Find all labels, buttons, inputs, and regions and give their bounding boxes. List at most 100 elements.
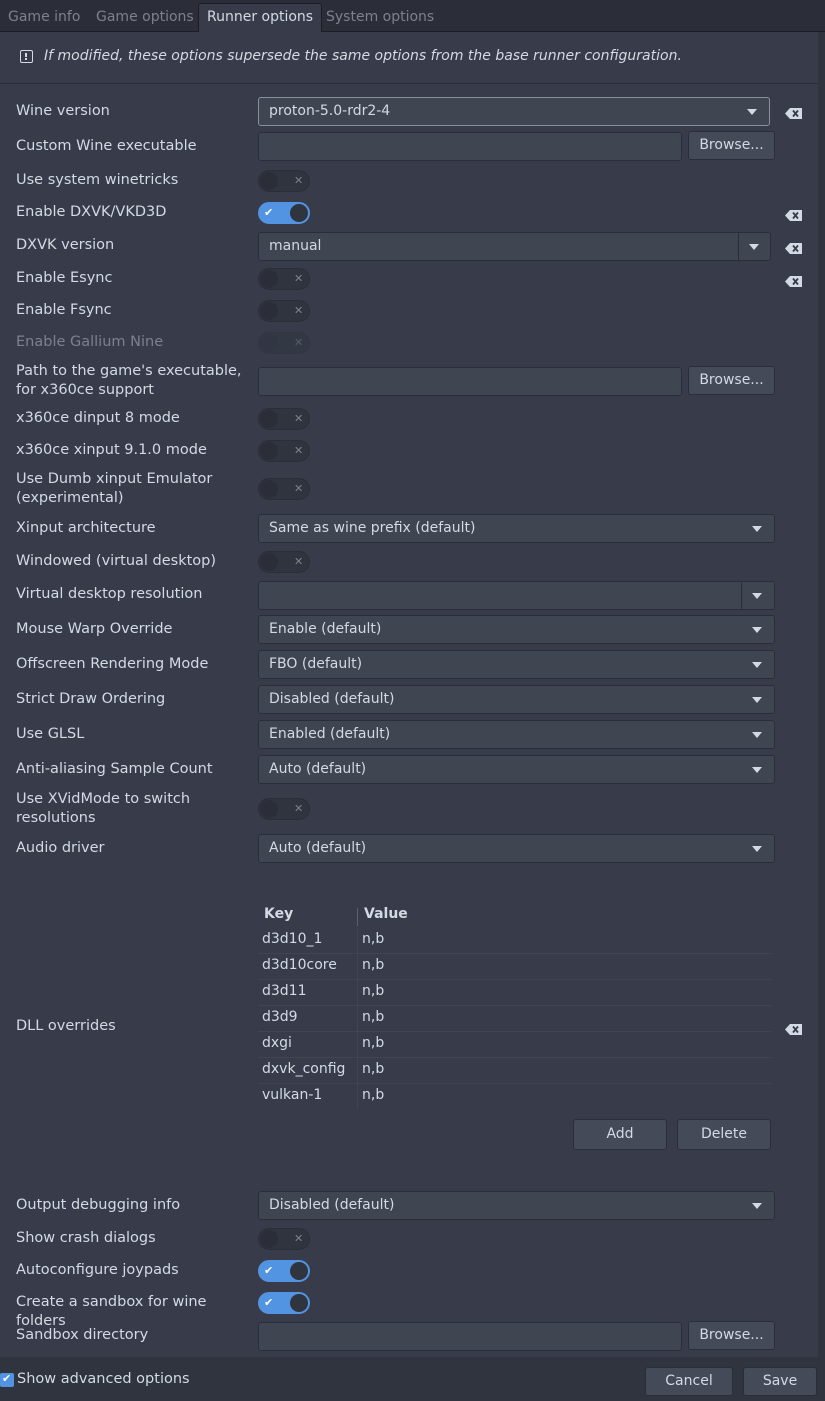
x360ce-xinput-label: x360ce xinput 9.1.0 mode <box>16 442 207 458</box>
msaa-select[interactable]: Auto (default) <box>258 755 775 784</box>
desktop-res-input[interactable] <box>258 581 742 610</box>
clear-icon[interactable] <box>785 276 802 287</box>
add-dll-button[interactable]: Add <box>573 1119 667 1150</box>
dxvk-toggle[interactable]: ✔ <box>258 202 310 224</box>
column-header-key[interactable]: Key <box>264 906 293 928</box>
table-row[interactable]: vulkan-1 n,b <box>258 1084 771 1110</box>
clear-icon[interactable] <box>785 243 802 254</box>
crash-dialogs-toggle[interactable]: ✕ <box>258 1228 310 1250</box>
clear-icon[interactable] <box>785 210 802 221</box>
wine-version-value: proton-5.0-rdr2-4 <box>269 103 391 119</box>
info-message: If modified, these options supersede the… <box>44 48 682 64</box>
wine-version-label: Wine version <box>16 103 110 119</box>
offscreen-select[interactable]: FBO (default) <box>258 650 775 679</box>
dll-key: d3d10core <box>262 957 337 973</box>
strict-draw-select[interactable]: Disabled (default) <box>258 685 775 714</box>
dll-value: n,b <box>362 983 385 999</box>
sandbox-dir-browse-button[interactable]: Browse... <box>688 1321 775 1350</box>
gallium-nine-toggle: ✕ <box>258 332 310 354</box>
dll-value: n,b <box>362 1087 385 1103</box>
x360ce-dinput-toggle[interactable]: ✕ <box>258 408 310 430</box>
dll-value: n,b <box>362 1009 385 1025</box>
show-advanced-label[interactable]: Show advanced options <box>17 1371 190 1387</box>
esync-label: Enable Esync <box>16 270 113 286</box>
joypads-toggle[interactable]: ✔ <box>258 1260 310 1282</box>
chevron-down-icon <box>752 732 762 738</box>
dll-value: n,b <box>362 1061 385 1077</box>
strict-draw-value: Disabled (default) <box>269 691 395 707</box>
glsl-value: Enabled (default) <box>269 726 391 742</box>
dxvk-version-input[interactable]: manual <box>258 232 739 261</box>
xvidmode-label: Use XVidMode to switch resolutions <box>16 791 191 826</box>
chevron-down-icon <box>752 697 762 703</box>
windowed-label: Windowed (virtual desktop) <box>16 553 217 569</box>
mouse-warp-select[interactable]: Enable (default) <box>258 615 775 644</box>
strict-draw-label: Strict Draw Ordering <box>16 691 166 707</box>
fsync-toggle[interactable]: ✕ <box>258 300 310 322</box>
table-row[interactable]: dxgi n,b <box>258 1032 771 1058</box>
sandbox-toggle[interactable]: ✔ <box>258 1292 310 1314</box>
dxvk-version-dropdown-button[interactable] <box>738 232 771 261</box>
glsl-select[interactable]: Enabled (default) <box>258 720 775 749</box>
cancel-button[interactable]: Cancel <box>645 1367 733 1396</box>
dll-key: vulkan-1 <box>262 1087 323 1103</box>
clear-icon[interactable] <box>785 1024 802 1035</box>
table-row[interactable]: d3d9 n,b <box>258 1006 771 1032</box>
dxvk-label: Enable DXVK/VKD3D <box>16 204 167 220</box>
dll-key: d3d11 <box>262 983 307 999</box>
audio-value: Auto (default) <box>269 840 367 856</box>
desktop-res-dropdown-button[interactable] <box>741 581 775 610</box>
x360ce-path-label: Path to the game's executable, for x360c… <box>16 363 242 398</box>
fsync-label: Enable Fsync <box>16 302 112 318</box>
table-row[interactable]: d3d10_1 n,b <box>258 928 771 954</box>
dll-key: dxvk_config <box>262 1061 346 1077</box>
column-header-value[interactable]: Value <box>364 906 408 928</box>
dumb-xinput-label: Use Dumb xinput Emulator (experimental) <box>16 471 213 506</box>
x360ce-path-browse-button[interactable]: Browse... <box>688 366 775 395</box>
xinput-arch-select[interactable]: Same as wine prefix (default) <box>258 514 775 543</box>
audio-select[interactable]: Auto (default) <box>258 834 775 863</box>
wine-version-select[interactable]: proton-5.0-rdr2-4 <box>258 97 770 126</box>
windowed-toggle[interactable]: ✕ <box>258 551 310 573</box>
show-advanced-checkbox[interactable] <box>0 1371 14 1387</box>
clear-icon[interactable] <box>785 108 802 119</box>
debug-output-value: Disabled (default) <box>269 1197 395 1213</box>
tab-system-options[interactable]: System options <box>318 4 442 32</box>
chevron-down-icon <box>752 767 762 773</box>
gallium-nine-label: Enable Gallium Nine <box>16 334 164 350</box>
tab-game-options[interactable]: Game options <box>88 4 202 32</box>
x360ce-xinput-toggle[interactable]: ✕ <box>258 440 310 462</box>
xinput-arch-value: Same as wine prefix (default) <box>269 520 476 536</box>
table-row[interactable]: dxvk_config n,b <box>258 1058 771 1084</box>
dll-value: n,b <box>362 957 385 973</box>
tab-bar: Game info Game options Runner options Sy… <box>0 0 825 33</box>
dumb-xinput-toggle[interactable]: ✕ <box>258 478 310 500</box>
chevron-down-icon <box>752 526 762 532</box>
sandbox-dir-input[interactable] <box>258 1322 682 1351</box>
desktop-res-label: Virtual desktop resolution <box>16 586 203 602</box>
audio-label: Audio driver <box>16 840 105 856</box>
tab-runner-options[interactable]: Runner options <box>198 3 323 33</box>
custom-wine-exe-input[interactable] <box>258 132 682 161</box>
delete-dll-button[interactable]: Delete <box>677 1119 771 1150</box>
custom-wine-exe-browse-button[interactable]: Browse... <box>688 131 775 160</box>
x360ce-path-input[interactable] <box>258 367 682 396</box>
scrollbar[interactable] <box>818 32 825 1357</box>
table-row[interactable]: d3d10core n,b <box>258 954 771 980</box>
dll-value: n,b <box>362 931 385 947</box>
system-winetricks-toggle[interactable]: ✕ <box>258 170 310 192</box>
dll-overrides-label: DLL overrides <box>16 1018 116 1034</box>
glsl-label: Use GLSL <box>16 726 85 742</box>
debug-output-label: Output debugging info <box>16 1197 181 1213</box>
xvidmode-toggle[interactable]: ✕ <box>258 798 310 820</box>
chevron-down-icon <box>752 627 762 633</box>
crash-dialogs-label: Show crash dialogs <box>16 1230 156 1246</box>
mouse-warp-value: Enable (default) <box>269 621 382 637</box>
table-row[interactable]: d3d11 n,b <box>258 980 771 1006</box>
mouse-warp-label: Mouse Warp Override <box>16 621 173 637</box>
info-icon <box>20 50 33 63</box>
debug-output-select[interactable]: Disabled (default) <box>258 1191 775 1220</box>
tab-game-info[interactable]: Game info <box>0 4 88 32</box>
esync-toggle[interactable]: ✕ <box>258 268 310 290</box>
save-button[interactable]: Save <box>743 1367 817 1396</box>
